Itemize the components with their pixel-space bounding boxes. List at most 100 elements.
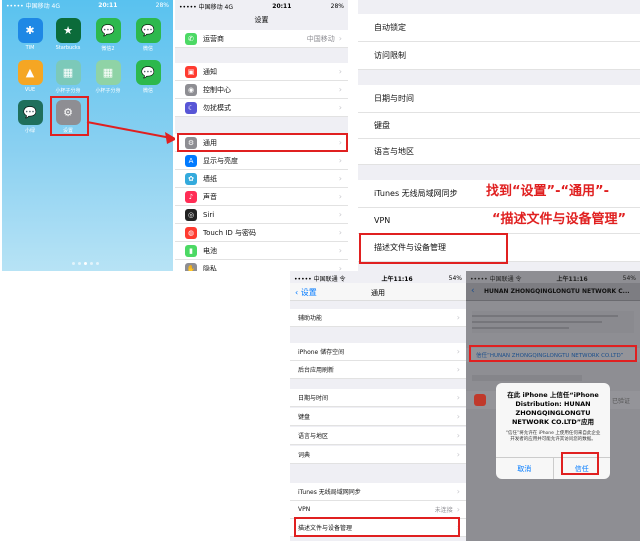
general-row[interactable]: iPhone 储存空间 › <box>290 343 466 361</box>
settings-row-wallpaper[interactable]: ✿ 墙纸 › <box>175 170 348 188</box>
folder-icon: ▦ <box>55 60 81 85</box>
carrier-label: ••••• 中国移动 4G <box>6 2 60 10</box>
carrier-label: ••••• 中国移动 4G <box>179 3 233 11</box>
app-label: 小绿 <box>24 128 35 134</box>
row-label: 显示与亮度 <box>203 156 238 165</box>
general-row[interactable]: 后台应用刷新 › <box>290 361 466 379</box>
description-blurred <box>472 311 634 333</box>
carrier-label: ••••• 中国联通 令 <box>470 275 522 283</box>
row-label: 日期与时间 <box>374 94 414 103</box>
row-label: 自动锁定 <box>374 23 406 32</box>
wechat-icon: 💬 <box>17 100 43 125</box>
wallpaper-icon: ✿ <box>185 172 197 185</box>
privacy-icon: ✋ <box>185 262 197 271</box>
status-bar: ••••• 中国移动 4G 20:11 28% <box>175 1 348 11</box>
chevron-right-icon: › <box>338 246 342 255</box>
app-wechat[interactable]: 💬 微信2 <box>92 18 124 52</box>
chevron-right-icon: › <box>338 103 342 112</box>
row-label: 访问限制 <box>374 51 406 60</box>
app-starbucks[interactable]: ★ Starbucks <box>52 18 84 51</box>
app-star[interactable]: ✱ TIM <box>14 18 46 51</box>
general-row[interactable]: VPN 未连接 › <box>290 501 466 519</box>
back-chevron-icon[interactable]: ‹ <box>471 286 475 296</box>
app-wechat[interactable]: 💬 小绿 <box>14 100 46 134</box>
settings-row-control-center[interactable]: ◉ 控制中心 › <box>175 81 348 99</box>
row-label: 隐私 <box>203 264 217 272</box>
chevron-right-icon: › <box>456 365 460 374</box>
settings-row-siri[interactable]: ◎ Siri › <box>175 206 348 224</box>
settings-row-sound[interactable]: ♪ 声音 › <box>175 188 348 206</box>
app-wechat[interactable]: 💬 微信 <box>132 60 164 94</box>
chevron-right-icon: › <box>338 85 342 94</box>
row-label: VPN <box>298 506 311 513</box>
general-row[interactable]: 词典 › <box>290 446 466 464</box>
display-icon: A <box>185 154 197 167</box>
time-label: 上午11:16 <box>381 275 413 283</box>
settings-row-carrier[interactable]: ✆ 运营商 中国移动 › <box>175 30 348 48</box>
chevron-right-icon: › <box>456 431 460 440</box>
section-header-blurred <box>472 375 582 381</box>
app-folder[interactable]: ▦ 小杯子分身 <box>92 60 124 94</box>
general-screen: ••••• 中国联通 令 上午11:16 54% ‹ 设置 通用 辅助功能 › iP… <box>290 271 466 541</box>
general-row[interactable]: 语言与地区 › <box>290 427 466 445</box>
general-row[interactable]: 日期与时间 <box>358 85 640 113</box>
trust-button[interactable]: 信任 <box>554 458 611 479</box>
row-label: iPhone 储存空间 <box>298 349 345 356</box>
general-screen-top: 自动锁定 访问限制 日期与时间 键盘 语言与地区 iTunes 无线局域网同步 VPN 描述文… <box>358 0 640 271</box>
row-label: 电池 <box>203 246 217 255</box>
sound-icon: ♪ <box>185 190 197 203</box>
notification-icon: ▣ <box>185 65 197 78</box>
general-row[interactable]: 键盘 <box>358 113 640 139</box>
general-row[interactable]: 描述文件与设备管理 › <box>290 519 466 537</box>
row-label: 后台应用刷新 <box>298 367 335 374</box>
general-row[interactable]: iTunes 无线局域网同步 › <box>290 483 466 501</box>
cancel-button[interactable]: 取消 <box>496 458 554 479</box>
app-vue[interactable]: ▲ VUE <box>14 60 46 93</box>
verified-label: 已验证 <box>611 398 630 405</box>
moon-icon: ☾ <box>185 101 197 114</box>
app-label: TIM <box>25 45 35 51</box>
app-label: 微信2 <box>101 46 115 52</box>
settings-screen: ••••• 中国移动 4G 20:11 28% 设置 ✆ 运营商 中国移动 › ▣ 通知 ›… <box>175 0 348 271</box>
chevron-right-icon: › <box>338 264 342 271</box>
row-label: 键盘 <box>374 121 390 130</box>
app-gear[interactable]: ⚙ 设置 <box>52 100 84 134</box>
trust-link-row[interactable]: 信任“HUNAN ZHONGQINGLONGTU NETWORK CO.LTD” <box>466 348 640 362</box>
instruction-line-2: “描述文件与设备管理” <box>492 212 627 227</box>
general-row[interactable]: 语言与地区 <box>358 139 640 165</box>
row-label: 语言与地区 <box>374 147 414 156</box>
chevron-right-icon: › <box>456 412 460 421</box>
settings-row-battery[interactable]: ▮ 电池 › <box>175 242 348 260</box>
row-value: 未连接 <box>434 507 453 514</box>
general-row[interactable]: 自动锁定 <box>358 14 640 42</box>
settings-row-moon[interactable]: ☾ 勿扰模式 › <box>175 99 348 117</box>
row-label: 控制中心 <box>203 85 231 94</box>
siri-icon: ◎ <box>185 208 197 221</box>
app-label: 设置 <box>62 128 73 134</box>
general-row[interactable]: 键盘 › <box>290 408 466 426</box>
general-row[interactable]: 辅助功能 › <box>290 309 466 327</box>
chevron-right-icon: › <box>456 505 460 514</box>
chevron-right-icon: › <box>338 67 342 76</box>
settings-row-privacy[interactable]: ✋ 隐私 › <box>175 260 348 271</box>
settings-row-gear[interactable]: ⚙ 通用 › <box>175 134 348 152</box>
row-label: Siri <box>203 210 215 219</box>
app-folder[interactable]: ▦ 小杯子分身 <box>52 60 84 94</box>
general-row[interactable]: 访问限制 <box>358 42 640 70</box>
settings-row-display[interactable]: A 显示与亮度 › <box>175 152 348 170</box>
fingerprint-icon: ◍ <box>185 226 197 239</box>
trust-link[interactable]: 信任“HUNAN ZHONGQINGLONGTU NETWORK CO.LTD” <box>476 351 623 359</box>
app-label: 小杯子分身 <box>95 88 121 94</box>
row-label: 描述文件与设备管理 <box>298 525 353 532</box>
row-label: 辅助功能 <box>298 315 323 322</box>
wechat-icon: 💬 <box>135 18 161 43</box>
settings-row-fingerprint[interactable]: ◍ Touch ID 与密码 › <box>175 224 348 242</box>
app-wechat[interactable]: 💬 微信 <box>132 18 164 52</box>
row-label: 通知 <box>203 67 217 76</box>
wechat-icon: 💬 <box>95 18 121 43</box>
vue-icon: ▲ <box>17 60 43 85</box>
general-row[interactable]: 描述文件与设备管理 <box>358 234 640 262</box>
app-label: VUE <box>24 87 36 93</box>
settings-row-notification[interactable]: ▣ 通知 › <box>175 63 348 81</box>
general-row[interactable]: 日期与时间 › <box>290 389 466 407</box>
